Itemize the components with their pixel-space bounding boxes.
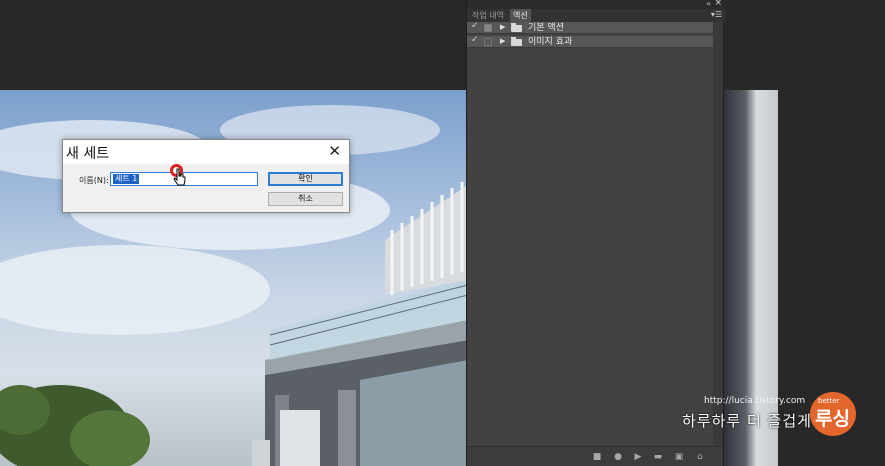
panel-header: « × <box>467 0 725 9</box>
dialog-titlebar: 새 세트 ✕ <box>63 140 349 164</box>
new-set-dialog: 새 세트 ✕ 이름(N): 세트 1 확인 취소 <box>62 139 350 213</box>
tab-actions[interactable]: 액션 <box>510 9 531 22</box>
toggle-check-icon[interactable]: ✓ <box>471 21 479 31</box>
expand-triangle-icon[interactable]: ▶ <box>500 37 505 45</box>
dialog-toggle-icon[interactable] <box>484 24 492 32</box>
stop-icon[interactable]: ■ <box>592 452 602 462</box>
cancel-button[interactable]: 취소 <box>268 192 343 206</box>
dialog-toggle-icon[interactable] <box>484 38 492 46</box>
action-set-label: 기본 액션 <box>528 23 564 33</box>
expand-triangle-icon[interactable]: ▶ <box>500 23 505 31</box>
watermark-tagline: 하루하루 더 즐겁게 <box>682 412 812 430</box>
close-panel-icon[interactable]: × <box>714 0 722 8</box>
folder-icon <box>511 23 522 32</box>
close-icon[interactable]: ✕ <box>328 142 341 160</box>
action-set-row-image-effects[interactable]: ✓ ▶ 이미지 효과 <box>467 35 713 48</box>
play-icon[interactable]: ▶ <box>633 452 643 462</box>
delete-icon[interactable]: ⌂ <box>695 452 705 462</box>
watermark-url: http://lucia.tistory.com <box>704 396 806 406</box>
new-action-icon[interactable]: ▣ <box>674 452 684 462</box>
watermark-logo-text: 루싱 <box>815 408 850 430</box>
actions-panel: « × 작업 내역 액션 ▾☰ ✓ ▶ 기본 액션 ✓ ▶ 이미지 효과 ■ ●… <box>466 0 725 466</box>
panel-menu-icon[interactable]: ▾☰ <box>711 10 722 19</box>
record-icon[interactable]: ● <box>613 452 623 462</box>
name-input-selected-text: 세트 1 <box>113 174 140 184</box>
ok-button[interactable]: 확인 <box>268 172 343 186</box>
folder-icon <box>511 37 522 46</box>
dialog-title: 새 세트 <box>66 146 110 162</box>
panel-tabbar: 작업 내역 액션 ▾☰ <box>467 9 725 22</box>
action-set-row-basic[interactable]: ✓ ▶ 기본 액션 <box>467 21 713 34</box>
panel-bottom-toolbar: ■ ● ▶ ▬ ▣ ⌂ <box>467 446 723 466</box>
action-set-label: 이미지 효과 <box>528 37 573 47</box>
toggle-check-icon[interactable]: ✓ <box>471 35 479 45</box>
hand-cursor-icon <box>173 168 186 186</box>
name-label: 이름(N): <box>79 176 109 185</box>
collapse-panel-icon[interactable]: « <box>706 0 711 8</box>
panel-scrollbar[interactable] <box>713 22 723 446</box>
new-set-icon[interactable]: ▬ <box>653 452 663 462</box>
top-dark-area <box>0 0 885 90</box>
